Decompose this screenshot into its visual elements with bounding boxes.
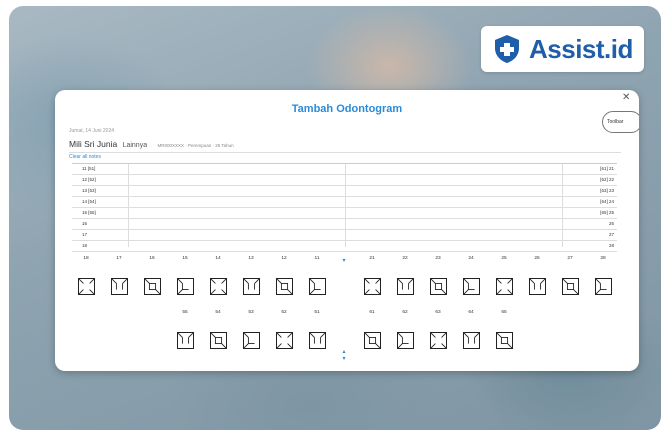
midline-marker-icon: ▾ bbox=[342, 356, 346, 362]
tooth-62[interactable] bbox=[396, 331, 414, 349]
tooth-number-label: 63 bbox=[435, 310, 441, 315]
table-row[interactable]: 15 [55] [65] 25 bbox=[72, 208, 617, 219]
divider bbox=[69, 152, 621, 153]
tooth-number-label: 13 bbox=[248, 256, 254, 261]
tooth-number-label: 54 bbox=[215, 310, 221, 315]
table-row[interactable]: 12 [52] [62] 22 bbox=[72, 175, 617, 186]
tooth-number-label: 16 bbox=[149, 256, 155, 261]
tooth-63[interactable] bbox=[429, 331, 447, 349]
table-row[interactable]: 14 [54] [64] 24 bbox=[72, 197, 617, 208]
tooth-64[interactable] bbox=[462, 331, 480, 349]
tooth-12[interactable] bbox=[275, 277, 293, 295]
tooth-left-label: 12 [52] bbox=[82, 177, 96, 182]
tooth-right-label: [65] 25 bbox=[600, 210, 614, 215]
tooth-right-label: [61] 21 bbox=[600, 166, 614, 171]
patient-tag: Lainnya bbox=[122, 142, 148, 149]
brand-name: Assist.id bbox=[529, 33, 633, 64]
tooth-28[interactable] bbox=[594, 277, 612, 295]
tooth-right-label: [63] 23 bbox=[600, 188, 614, 193]
table-row[interactable]: 17 27 bbox=[72, 230, 617, 241]
tooth-number-label: 17 bbox=[116, 256, 122, 261]
exam-date: Jumat, 14 Juni 2024 bbox=[69, 128, 115, 134]
tooth-number-label: 28 bbox=[600, 256, 606, 261]
tooth-51[interactable] bbox=[308, 331, 326, 349]
tooth-notes-table: 11 [51] [61] 21 12 [52] [62] 22 13 [53] [63] … bbox=[72, 163, 617, 252]
tooth-number-label: 61 bbox=[369, 310, 375, 315]
brand-logo: Assist.id bbox=[481, 26, 644, 72]
tooth-number-label: 27 bbox=[567, 256, 573, 261]
table-row[interactable]: 11 [51] [61] 21 bbox=[72, 164, 617, 175]
tooth-number-label: 11 bbox=[314, 256, 320, 261]
close-icon[interactable]: ✕ bbox=[622, 92, 630, 103]
tooth-left-label: 16 bbox=[82, 221, 88, 226]
tooth-right-label: 28 bbox=[608, 243, 614, 248]
tooth-right-label: [64] 24 bbox=[600, 199, 614, 204]
tooth-11[interactable] bbox=[308, 277, 326, 295]
tooth-left-label: 15 [55] bbox=[82, 210, 96, 215]
tooth-left-label: 14 [54] bbox=[82, 199, 96, 204]
tooth-number-label: 12 bbox=[281, 256, 287, 261]
tooth-number-label: 15 bbox=[182, 256, 188, 261]
tooth-number-label: 25 bbox=[501, 256, 507, 261]
patient-info: Mili Sri Junia Lainnya MR000XXXX · Perem… bbox=[69, 139, 234, 149]
toolbar-toggle[interactable]: Toolbar bbox=[602, 111, 639, 133]
tooth-left-label: 18 bbox=[82, 243, 88, 248]
tooth-right-label: 26 bbox=[608, 221, 614, 226]
tooth-left-label: 13 [53] bbox=[82, 188, 96, 193]
tooth-26[interactable] bbox=[528, 277, 546, 295]
tooth-number-label: 55 bbox=[182, 310, 188, 315]
tooth-number-label: 52 bbox=[281, 310, 287, 315]
tooth-number-label: 18 bbox=[83, 256, 89, 261]
tooth-52[interactable] bbox=[275, 331, 293, 349]
table-row[interactable]: 13 [53] [63] 23 bbox=[72, 186, 617, 197]
tooth-24[interactable] bbox=[462, 277, 480, 295]
tooth-61[interactable] bbox=[363, 331, 381, 349]
tooth-18[interactable] bbox=[77, 277, 95, 295]
tooth-left-label: 17 bbox=[82, 232, 88, 237]
tooth-number-label: 64 bbox=[468, 310, 474, 315]
patient-meta: MR000XXXX · Perempuan · 25 Tahun bbox=[157, 143, 234, 148]
patient-name: Mili Sri Junia bbox=[69, 139, 118, 149]
tooth-55[interactable] bbox=[176, 331, 194, 349]
tooth-14[interactable] bbox=[209, 277, 227, 295]
toolbar-label: Toolbar bbox=[607, 119, 624, 125]
tooth-13[interactable] bbox=[242, 277, 260, 295]
tooth-22[interactable] bbox=[396, 277, 414, 295]
tooth-number-label: 62 bbox=[402, 310, 408, 315]
tooth-25[interactable] bbox=[495, 277, 513, 295]
odontogram-modal: ✕ Tambah Odontogram Toolbar Jumat, 14 Ju… bbox=[55, 90, 639, 371]
tooth-53[interactable] bbox=[242, 331, 260, 349]
midline-marker-icon: ▾ bbox=[342, 258, 346, 264]
table-row[interactable]: 18 28 bbox=[72, 241, 617, 252]
tooth-right-label: [62] 22 bbox=[600, 177, 614, 182]
tooth-number-label: 23 bbox=[435, 256, 441, 261]
tooth-17[interactable] bbox=[110, 277, 128, 295]
tooth-number-label: 21 bbox=[369, 256, 375, 261]
tooth-number-label: 14 bbox=[215, 256, 221, 261]
clear-all-notes-link[interactable]: Clear all notes bbox=[69, 154, 101, 160]
table-row[interactable]: 16 26 bbox=[72, 219, 617, 230]
tooth-number-label: 51 bbox=[314, 310, 320, 315]
tooth-21[interactable] bbox=[363, 277, 381, 295]
tooth-23[interactable] bbox=[429, 277, 447, 295]
tooth-left-label: 11 [51] bbox=[82, 166, 96, 171]
tooth-54[interactable] bbox=[209, 331, 227, 349]
tooth-65[interactable] bbox=[495, 331, 513, 349]
modal-title: Tambah Odontogram bbox=[291, 103, 403, 115]
tooth-27[interactable] bbox=[561, 277, 579, 295]
tooth-number-label: 53 bbox=[248, 310, 254, 315]
shield-plus-icon bbox=[495, 35, 519, 63]
tooth-16[interactable] bbox=[143, 277, 161, 295]
tooth-number-label: 26 bbox=[534, 256, 540, 261]
tooth-right-label: 27 bbox=[608, 232, 614, 237]
tooth-number-label: 65 bbox=[501, 310, 507, 315]
tooth-number-label: 24 bbox=[468, 256, 474, 261]
tooth-number-label: 22 bbox=[402, 256, 408, 261]
tooth-15[interactable] bbox=[176, 277, 194, 295]
midline-marker-icon: ▴ bbox=[342, 349, 346, 355]
